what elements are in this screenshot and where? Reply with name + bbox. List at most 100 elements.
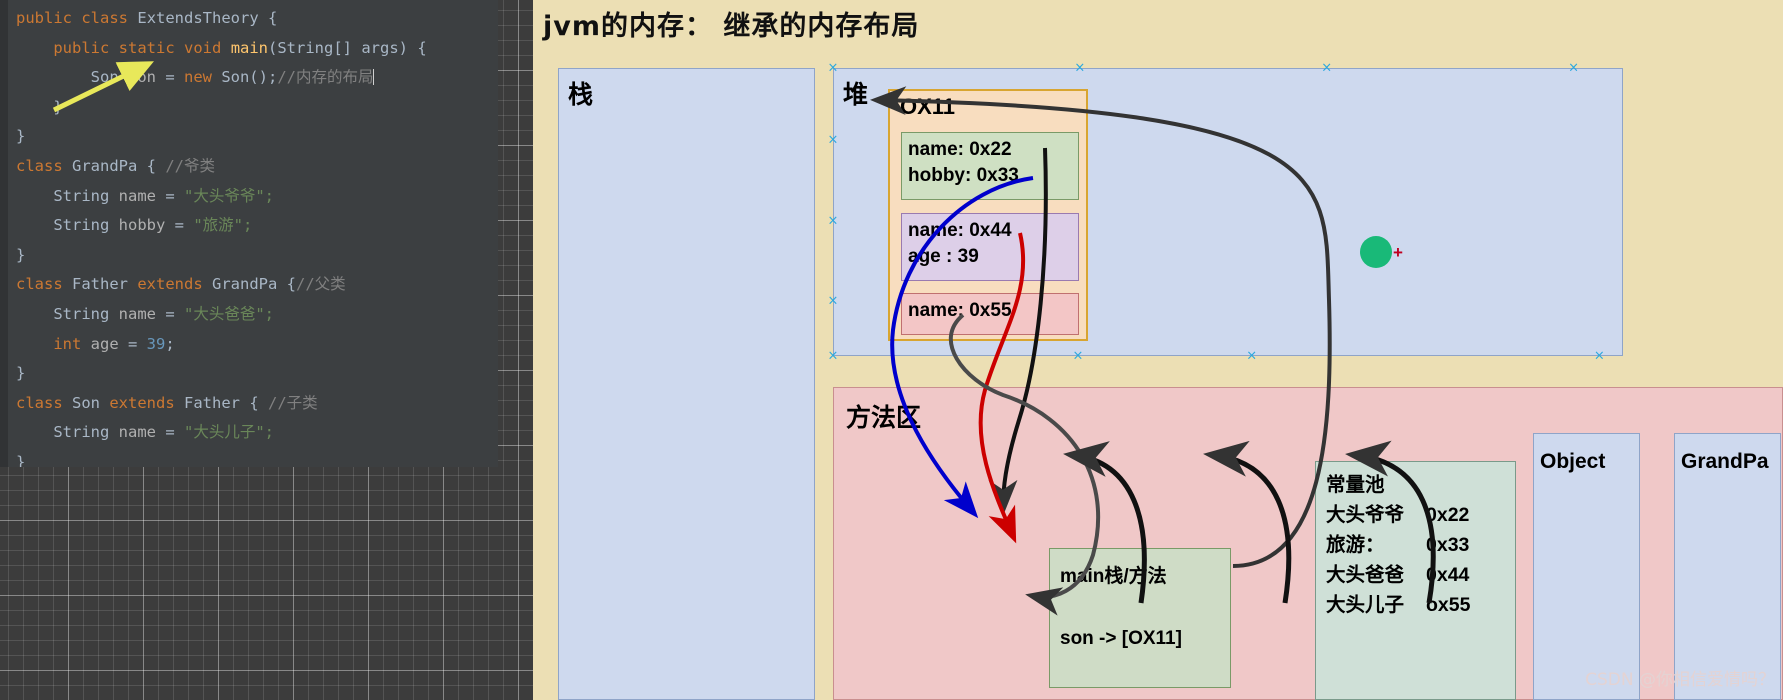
method-area-label: 方法区 xyxy=(846,403,922,432)
heap-region-label: 堆 xyxy=(843,80,869,109)
code-token: //子类 xyxy=(268,393,318,412)
code-token: //内存的布局 xyxy=(277,68,374,87)
class-box-label: Object xyxy=(1540,450,1606,473)
code-token: } xyxy=(16,245,26,264)
code-token: "旅游" xyxy=(193,216,243,235)
heap-object-ox11[interactable]: OX11 name: 0x22 hobby: 0x33 name: 0x44 a… xyxy=(888,89,1088,341)
code-token: = xyxy=(155,304,184,323)
code-token: Son xyxy=(62,393,110,412)
selection-handle[interactable]: × xyxy=(828,62,839,75)
object-part-son: name: 0x55 xyxy=(901,293,1079,335)
selection-handle[interactable]: × xyxy=(828,214,839,227)
code-line: } xyxy=(16,122,498,152)
code-token: String xyxy=(16,186,119,205)
selection-handle[interactable]: × xyxy=(828,350,839,363)
selection-handle[interactable]: × xyxy=(1074,62,1085,75)
selection-handle[interactable]: × xyxy=(1594,350,1605,363)
selection-handle[interactable]: × xyxy=(1568,62,1579,75)
son-name-field: name: 0x55 xyxy=(908,300,1012,321)
code-line: public static void main(String[] args) { xyxy=(16,34,498,64)
code-token: name xyxy=(118,423,156,442)
code-line: } xyxy=(16,359,498,389)
code-token: ; xyxy=(264,186,274,205)
main-stack-frame[interactable]: main栈/方法 son -> [OX11] xyxy=(1049,548,1231,688)
code-token: extends xyxy=(109,393,175,412)
tool-marker-plus-icon: + xyxy=(1393,243,1403,262)
code-token: { xyxy=(258,9,278,27)
code-line: public class ExtendsTheory { xyxy=(16,4,498,34)
constant-pool-row: 大头爷爷 0x22 xyxy=(1326,500,1505,530)
code-token: Father xyxy=(62,275,138,294)
code-token: (String[] args) { xyxy=(268,38,427,57)
code-token: Father { xyxy=(174,393,268,412)
diagram-canvas[interactable]: jvm的内存： 继承的内存布局 栈 堆 方法区 OX11 name: 0x22 … xyxy=(533,0,1783,700)
constant-pool-value: 0x33 xyxy=(1426,534,1470,556)
selection-handle[interactable]: × xyxy=(828,295,839,308)
code-line: class GrandPa { //爷类 xyxy=(16,152,498,182)
stack-region[interactable]: 栈 xyxy=(558,68,815,700)
code-token: = xyxy=(165,216,194,235)
heap-object-address: OX11 xyxy=(900,94,956,119)
class-box-grandpa[interactable]: GrandPa xyxy=(1674,433,1781,700)
constant-pool-box[interactable]: 常量池 大头爷爷 0x22 旅游： 0x33 大头爸爸 0x44 大头儿子 ox55 xyxy=(1315,461,1516,700)
selection-handle[interactable]: × xyxy=(828,134,839,147)
code-line: String name = "大头爷爷"; xyxy=(16,182,498,212)
watermark-text: CSDN @你相信爱情吗？ xyxy=(1585,670,1775,690)
code-line: class Father extends GrandPa {//父类 xyxy=(16,270,498,300)
code-line: String name = "大头爸爸"; xyxy=(16,300,498,330)
father-name-field: name: 0x44 xyxy=(908,220,1012,241)
code-token: } xyxy=(16,127,26,146)
code-line: class Son extends Father { //子类 xyxy=(16,389,498,419)
code-token: } xyxy=(16,452,26,467)
code-token: "大头爷爷" xyxy=(183,186,265,205)
code-line: } xyxy=(16,448,498,467)
code-token: extends xyxy=(137,275,203,294)
code-token: String xyxy=(16,423,119,442)
code-token: //爷类 xyxy=(165,156,215,175)
code-token: public xyxy=(53,38,110,57)
constant-pool-entries: 大头爷爷 0x22 旅游： 0x33 大头爸爸 0x44 大头儿子 ox55 xyxy=(1326,500,1505,620)
code-token: class xyxy=(16,275,63,294)
selection-handle[interactable]: × xyxy=(1321,62,1332,75)
code-token: class xyxy=(16,156,63,175)
code-token: void xyxy=(184,38,222,57)
father-age-field: age : 39 xyxy=(908,246,979,267)
constant-pool-key: 大头爸爸 xyxy=(1326,564,1405,586)
constant-pool-row: 旅游： 0x33 xyxy=(1326,530,1505,560)
grandpa-name-field: name: 0x22 xyxy=(908,139,1012,160)
selection-handle[interactable]: × xyxy=(1246,350,1257,363)
constant-pool-label: 常量池 xyxy=(1326,474,1385,496)
code-token: "大头爸爸" xyxy=(183,304,265,323)
code-token xyxy=(373,69,375,86)
object-part-grandpa: name: 0x22 hobby: 0x33 xyxy=(901,132,1079,200)
code-token: class xyxy=(16,393,63,412)
code-line: int age = 39; xyxy=(16,330,498,360)
yellow-annotation-arrow xyxy=(52,61,154,113)
code-token: age xyxy=(90,334,119,353)
method-area-region[interactable]: 方法区 xyxy=(833,387,1783,700)
code-token: = xyxy=(155,186,184,205)
code-token: } xyxy=(16,364,26,383)
constant-pool-row: 大头爸爸 0x44 xyxy=(1326,560,1505,590)
code-token: = xyxy=(155,423,184,442)
code-token: ; xyxy=(243,216,253,235)
code-token: GrandPa { xyxy=(62,156,166,175)
code-token: name xyxy=(118,186,156,205)
code-token: String xyxy=(16,216,119,235)
selection-handle[interactable]: × xyxy=(1072,350,1083,363)
code-token: GrandPa { xyxy=(202,275,296,294)
class-box-object[interactable]: Object xyxy=(1533,433,1640,700)
constant-pool-value: ox55 xyxy=(1426,594,1471,616)
code-token: = xyxy=(118,334,147,353)
tool-marker-circle[interactable] xyxy=(1360,236,1392,268)
constant-pool-value: 0x44 xyxy=(1426,564,1470,586)
code-line: String hobby = "旅游"; xyxy=(16,211,498,241)
code-token: "大头儿子" xyxy=(183,423,265,442)
